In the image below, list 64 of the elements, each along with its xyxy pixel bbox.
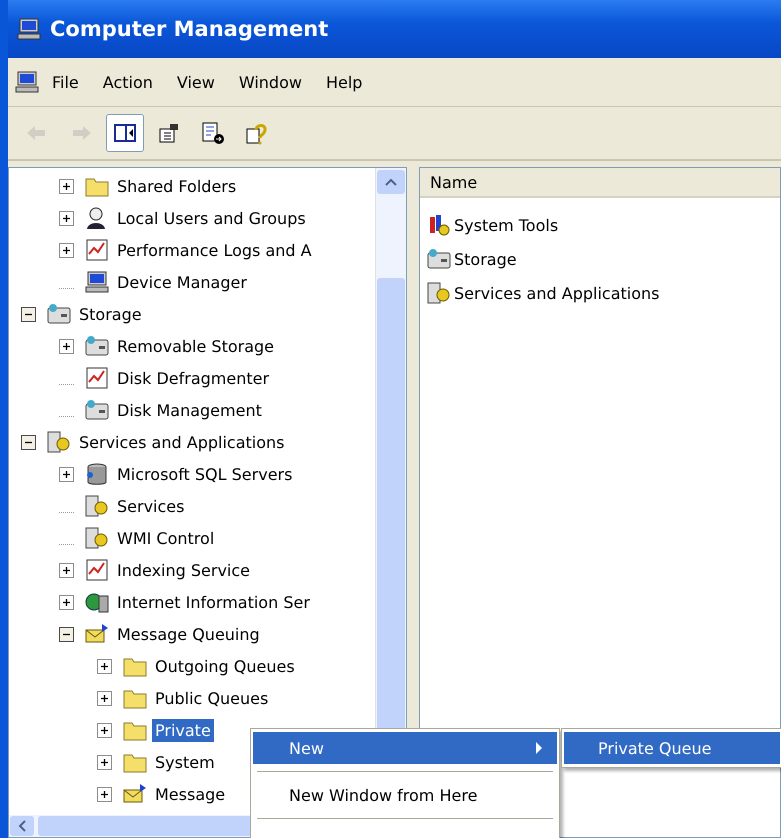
tree-item[interactable]: Internet Information Ser: [114, 590, 313, 614]
export-list-icon: [200, 121, 226, 145]
menu-item[interactable]: View: [164, 68, 227, 96]
expand-icon[interactable]: [59, 466, 74, 482]
tree-item[interactable]: Message: [152, 782, 228, 806]
expand-icon[interactable]: [97, 690, 112, 706]
chart-icon: [84, 366, 110, 390]
list-item[interactable]: Storage: [454, 250, 517, 268]
menu-item[interactable]: New: [253, 732, 557, 764]
drive-icon: [46, 302, 72, 326]
tree-item[interactable]: Storage: [76, 302, 145, 326]
expand-icon[interactable]: [97, 786, 112, 802]
computer-icon: [84, 270, 110, 294]
tree-item[interactable]: Local Users and Groups: [114, 206, 309, 230]
tree-item[interactable]: Private: [152, 718, 214, 742]
menu-item[interactable]: New Window from Here: [253, 779, 557, 811]
tree-item[interactable]: Performance Logs and A: [114, 238, 315, 262]
drive-icon: [84, 334, 110, 358]
tree-item[interactable]: Services: [114, 494, 188, 518]
expand-icon[interactable]: [59, 210, 74, 226]
drive-icon: [426, 247, 452, 271]
toolbar-button[interactable]: [106, 114, 144, 152]
submenu-arrow-icon: [535, 742, 543, 754]
expand-icon[interactable]: [59, 242, 74, 258]
tree-item[interactable]: Public Queues: [152, 686, 272, 710]
tree-item[interactable]: Disk Management: [114, 398, 265, 422]
list-item[interactable]: Services and Applications: [454, 284, 660, 302]
menu-item[interactable]: File: [40, 68, 91, 96]
menu-item[interactable]: Window: [226, 68, 314, 96]
collapse-icon[interactable]: [59, 626, 74, 642]
computer-icon: [16, 17, 42, 41]
tree-item[interactable]: Removable Storage: [114, 334, 278, 358]
expand-icon[interactable]: [59, 178, 74, 194]
chart-icon: [84, 558, 110, 582]
tree-item[interactable]: WMI Control: [114, 526, 218, 550]
collapse-icon[interactable]: [21, 434, 36, 450]
expand-icon[interactable]: [97, 658, 112, 674]
menu-item[interactable]: Action: [90, 68, 165, 96]
expand-icon[interactable]: [59, 338, 74, 354]
expand-icon[interactable]: [97, 754, 112, 770]
tree-item[interactable]: System: [152, 750, 218, 774]
window-title: Computer Management: [50, 17, 328, 41]
expand-icon[interactable]: [59, 562, 74, 578]
scroll-left-icon[interactable]: [18, 820, 26, 832]
column-header[interactable]: Name: [420, 168, 780, 198]
tree-item[interactable]: Message Queuing: [114, 622, 263, 646]
panel-icon: [112, 121, 138, 145]
menu-item[interactable]: Private Queue: [564, 732, 780, 764]
tree-item[interactable]: Device Manager: [114, 270, 250, 294]
scroll-up-icon[interactable]: [385, 178, 397, 186]
menu-item[interactable]: Help: [314, 68, 374, 96]
list-item[interactable]: System Tools: [454, 216, 558, 234]
computer-icon: [14, 70, 40, 94]
expand-icon[interactable]: [97, 722, 112, 738]
drive-icon: [84, 398, 110, 422]
expand-icon[interactable]: [59, 594, 74, 610]
tree-item[interactable]: Shared Folders: [114, 174, 240, 198]
chart-icon: [84, 238, 110, 262]
tree-item[interactable]: Microsoft SQL Servers: [114, 462, 296, 486]
tree-item[interactable]: Services and Applications: [76, 430, 288, 454]
tree-item[interactable]: Indexing Service: [114, 558, 254, 582]
tree-item[interactable]: Disk Defragmenter: [114, 366, 272, 390]
collapse-icon[interactable]: [21, 306, 36, 322]
tree-item[interactable]: Outgoing Queues: [152, 654, 298, 678]
